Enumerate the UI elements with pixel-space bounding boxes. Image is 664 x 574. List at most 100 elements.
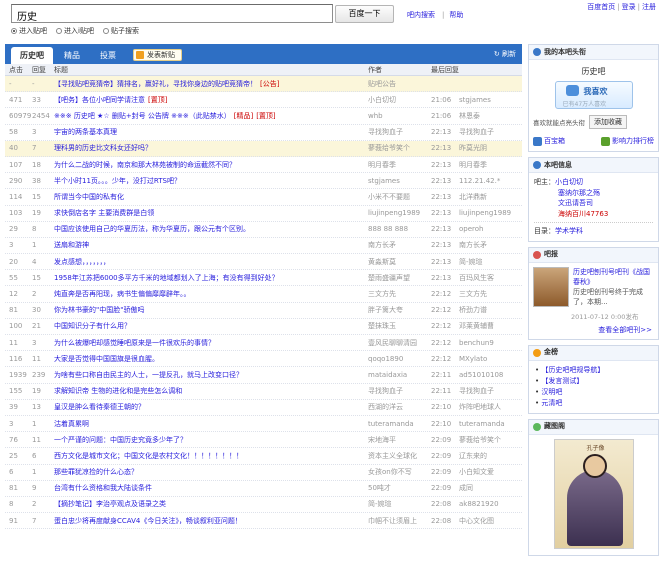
last-reply-user[interactable]: benchun9	[459, 339, 494, 347]
last-reply-user[interactable]: 简-婉瑄	[459, 258, 483, 266]
gold-list-item[interactable]: 元清吧	[541, 399, 562, 407]
help-link[interactable]: 帮助	[449, 11, 463, 19]
last-reply-user[interactable]: 寻找狗血子	[459, 128, 494, 136]
thread-author[interactable]: 寻找狗血子	[368, 386, 431, 396]
last-reply-user[interactable]: stgjames	[459, 96, 491, 104]
thread-author[interactable]: 楚抹珠玉	[368, 321, 431, 331]
thread-title-link[interactable]: 一个严谨的问题：中国历史究竟多少年了？	[54, 436, 187, 444]
bar-search-link[interactable]: 吧内搜索	[407, 11, 435, 19]
thread-title-link[interactable]: 为啥有些口称自由民主的人士，一提反孔，就马上改变口径？	[54, 371, 243, 379]
thread-title-link[interactable]: 求解知识帝 生物的进化和是完些怎么调和	[54, 387, 182, 395]
gold-list-item[interactable]: 【历史吧吧规导航】	[541, 366, 604, 374]
thread-author[interactable]: 贴吧公告	[368, 79, 431, 89]
last-reply-user[interactable]: MXylato	[459, 355, 487, 363]
last-reply-user[interactable]: 百玛风生客	[459, 274, 494, 282]
tag-badge[interactable]: [公告]	[260, 80, 279, 88]
owner-link[interactable]: 塞纳尔那之殇	[558, 189, 600, 197]
thread-title-link[interactable]: 【摘抄笔记】李治亭观点及语录之类	[54, 500, 166, 508]
last-reply-user[interactable]: 辽东来的	[459, 452, 487, 460]
thread-author[interactable]: 巾帼不让须眉上	[368, 516, 431, 526]
last-reply-user[interactable]: ak8821920	[459, 500, 499, 508]
refresh-button[interactable]: ↻ 刷新	[494, 49, 516, 59]
tag-badge[interactable]: [置顶]	[256, 112, 275, 120]
thread-author[interactable]: mataidaxia	[368, 371, 431, 379]
thread-author[interactable]: 胖子篱大夸	[368, 305, 431, 315]
last-reply-user[interactable]: 蓼莪给爷笑个	[459, 436, 501, 444]
last-reply-user[interactable]: 寻找狗血子	[459, 387, 494, 395]
thread-author[interactable]: 黄淼斯莫	[368, 257, 431, 267]
last-reply-user[interactable]: 炸阵吧地球人	[459, 403, 501, 411]
tab-bar-home[interactable]: 历史吧	[11, 47, 53, 64]
thread-author[interactable]: 小米不不要题	[368, 192, 431, 202]
thread-title-link[interactable]: 半个小时11页。。。少年，没打过RTS吧？	[54, 177, 181, 185]
thread-title-link[interactable]: 那些罪犹凉捡的什么心态？	[54, 468, 138, 476]
confucius-painting[interactable]: 孔子像	[553, 438, 634, 549]
register-link[interactable]: 注册	[642, 3, 656, 11]
thread-title-link[interactable]: 中国应该使用自己的华夏历法，称为华夏历，跟公元有个区别。	[54, 225, 250, 233]
thread-author[interactable]: 蓼莪给爷笑个	[368, 143, 431, 153]
last-reply-user[interactable]: 成同	[459, 484, 473, 492]
login-link[interactable]: 登录	[622, 3, 636, 11]
thread-author[interactable]: 西湖的洋云	[368, 402, 431, 412]
thread-author[interactable]: liujinpeng1989	[368, 209, 431, 217]
influence-rank-link[interactable]: 影响力排行榜	[601, 136, 654, 146]
owner-link[interactable]: 小白切切	[555, 178, 583, 186]
thread-author[interactable]: 50吨才	[368, 483, 431, 493]
thread-title-link[interactable]: 送扇和游神	[54, 241, 89, 249]
last-reply-user[interactable]: 中心文化图	[459, 517, 494, 525]
thread-author[interactable]: tuteramanda	[368, 420, 431, 428]
thread-title-link[interactable]: 理科男的历史比文科女还好吗？	[54, 144, 152, 152]
thread-title-link[interactable]: 你为林书豪的"中国脸"骄傲吗	[54, 306, 144, 314]
thread-author[interactable]: 南方长矛	[368, 240, 431, 250]
thread-title-link[interactable]: 【吧务】各位小吧同学请注意	[54, 96, 145, 104]
last-reply-user[interactable]: tuteramanda	[459, 420, 505, 428]
search-button[interactable]: 百度一下	[335, 5, 394, 23]
new-post-button[interactable]: 发表新贴	[133, 49, 182, 61]
news-headline-link[interactable]: 历史吧刨刊号吧刊《战国春秋》	[573, 268, 650, 286]
thread-title-link[interactable]: 所谓当今中国的私有化	[54, 193, 124, 201]
thread-author[interactable]: 寻找狗血子	[368, 127, 431, 137]
last-reply-user[interactable]: 112.21.42.*	[459, 177, 500, 185]
radio-enter-ibar[interactable]: 进入i贴吧	[56, 26, 94, 36]
radio-post-search[interactable]: 贴子搜索	[102, 26, 139, 36]
thread-title-link[interactable]: 炖直奔是否再阳现，病书生偏偏靡靡辟年。。	[54, 290, 191, 298]
radio-enter-bar[interactable]: 进入贴吧	[11, 26, 47, 36]
all-news-link[interactable]: 查看全部吧刊>>	[598, 326, 652, 334]
add-favorite-button[interactable]: 添加收藏	[589, 115, 627, 129]
thread-author[interactable]: 壹风民聊聊清园	[368, 338, 431, 348]
last-reply-user[interactable]: ad51010108	[459, 371, 503, 379]
thread-title-link[interactable]: ※※※ 历史吧 ★☆ 删贴+封号 公告牌 ※※※（此贴禁水）	[54, 112, 231, 120]
thread-title-link[interactable]: 大家是否觉得中国国旗是很血腥。	[54, 355, 159, 363]
thread-title-link[interactable]: 沽着真累啊	[54, 420, 89, 428]
owner-link[interactable]: 海纳百川47763	[558, 210, 608, 218]
thread-title-link[interactable]: 皇汉是肿么看待秦德王朝的？	[54, 403, 145, 411]
news-thumbnail[interactable]	[533, 266, 569, 307]
thread-author[interactable]: 楚雨盛疆声望	[368, 273, 431, 283]
thread-author[interactable]: 女孩on你不写	[368, 467, 431, 477]
thread-title-link[interactable]: 发点感想，，，，，，，	[54, 258, 110, 266]
thread-title-link[interactable]: 中国知识分子有什么用？	[54, 322, 131, 330]
thread-title-link[interactable]: 为什么二战的时候，南京和那大林苑被制的命运截然不同？	[54, 161, 236, 169]
last-reply-user[interactable]: 邓莱黄辅曹	[459, 322, 494, 330]
last-reply-user[interactable]: 明月春季	[459, 161, 487, 169]
thread-title-link[interactable]: 台湾有什么资格和我大陆谈条件	[54, 484, 152, 492]
thread-title-link[interactable]: 求快倒店名字 主要消费群是白领	[54, 209, 154, 217]
thread-author[interactable]: 宋地海平	[368, 435, 431, 445]
owner-link[interactable]: 文迅请吾司	[558, 199, 593, 207]
thread-title-link[interactable]: 西方文化是城市文化；中国文化是农村文化！！！！！！！！	[54, 452, 243, 460]
last-reply-user[interactable]: 三文方先	[459, 290, 487, 298]
thread-author[interactable]: 明月春季	[368, 160, 431, 170]
search-input[interactable]: 历史	[11, 4, 333, 23]
thread-author[interactable]: qoqo1890	[368, 355, 431, 363]
last-reply-user[interactable]: 桥劲力谱	[459, 306, 487, 314]
tag-badge[interactable]: [精品]	[234, 112, 253, 120]
tab-elite[interactable]: 精品	[55, 47, 89, 64]
thread-author[interactable]: 小白切切	[368, 95, 431, 105]
thread-title-link[interactable]: 蛋白忠少将再度献身CCAV4《今日关注》，畅谈叙利亚问题！	[54, 517, 242, 525]
last-reply-user[interactable]: operoh	[459, 225, 483, 233]
baidu-home-link[interactable]: 百度首页	[587, 3, 615, 11]
thread-author[interactable]: whb	[368, 112, 431, 120]
thread-title-link[interactable]: 1958年江苏把6000多平方千米的地域都划入了上海；有没有得到好处？	[54, 274, 279, 282]
tab-vote[interactable]: 投票	[91, 47, 125, 64]
last-reply-user[interactable]: 北洋鼎新	[459, 193, 487, 201]
